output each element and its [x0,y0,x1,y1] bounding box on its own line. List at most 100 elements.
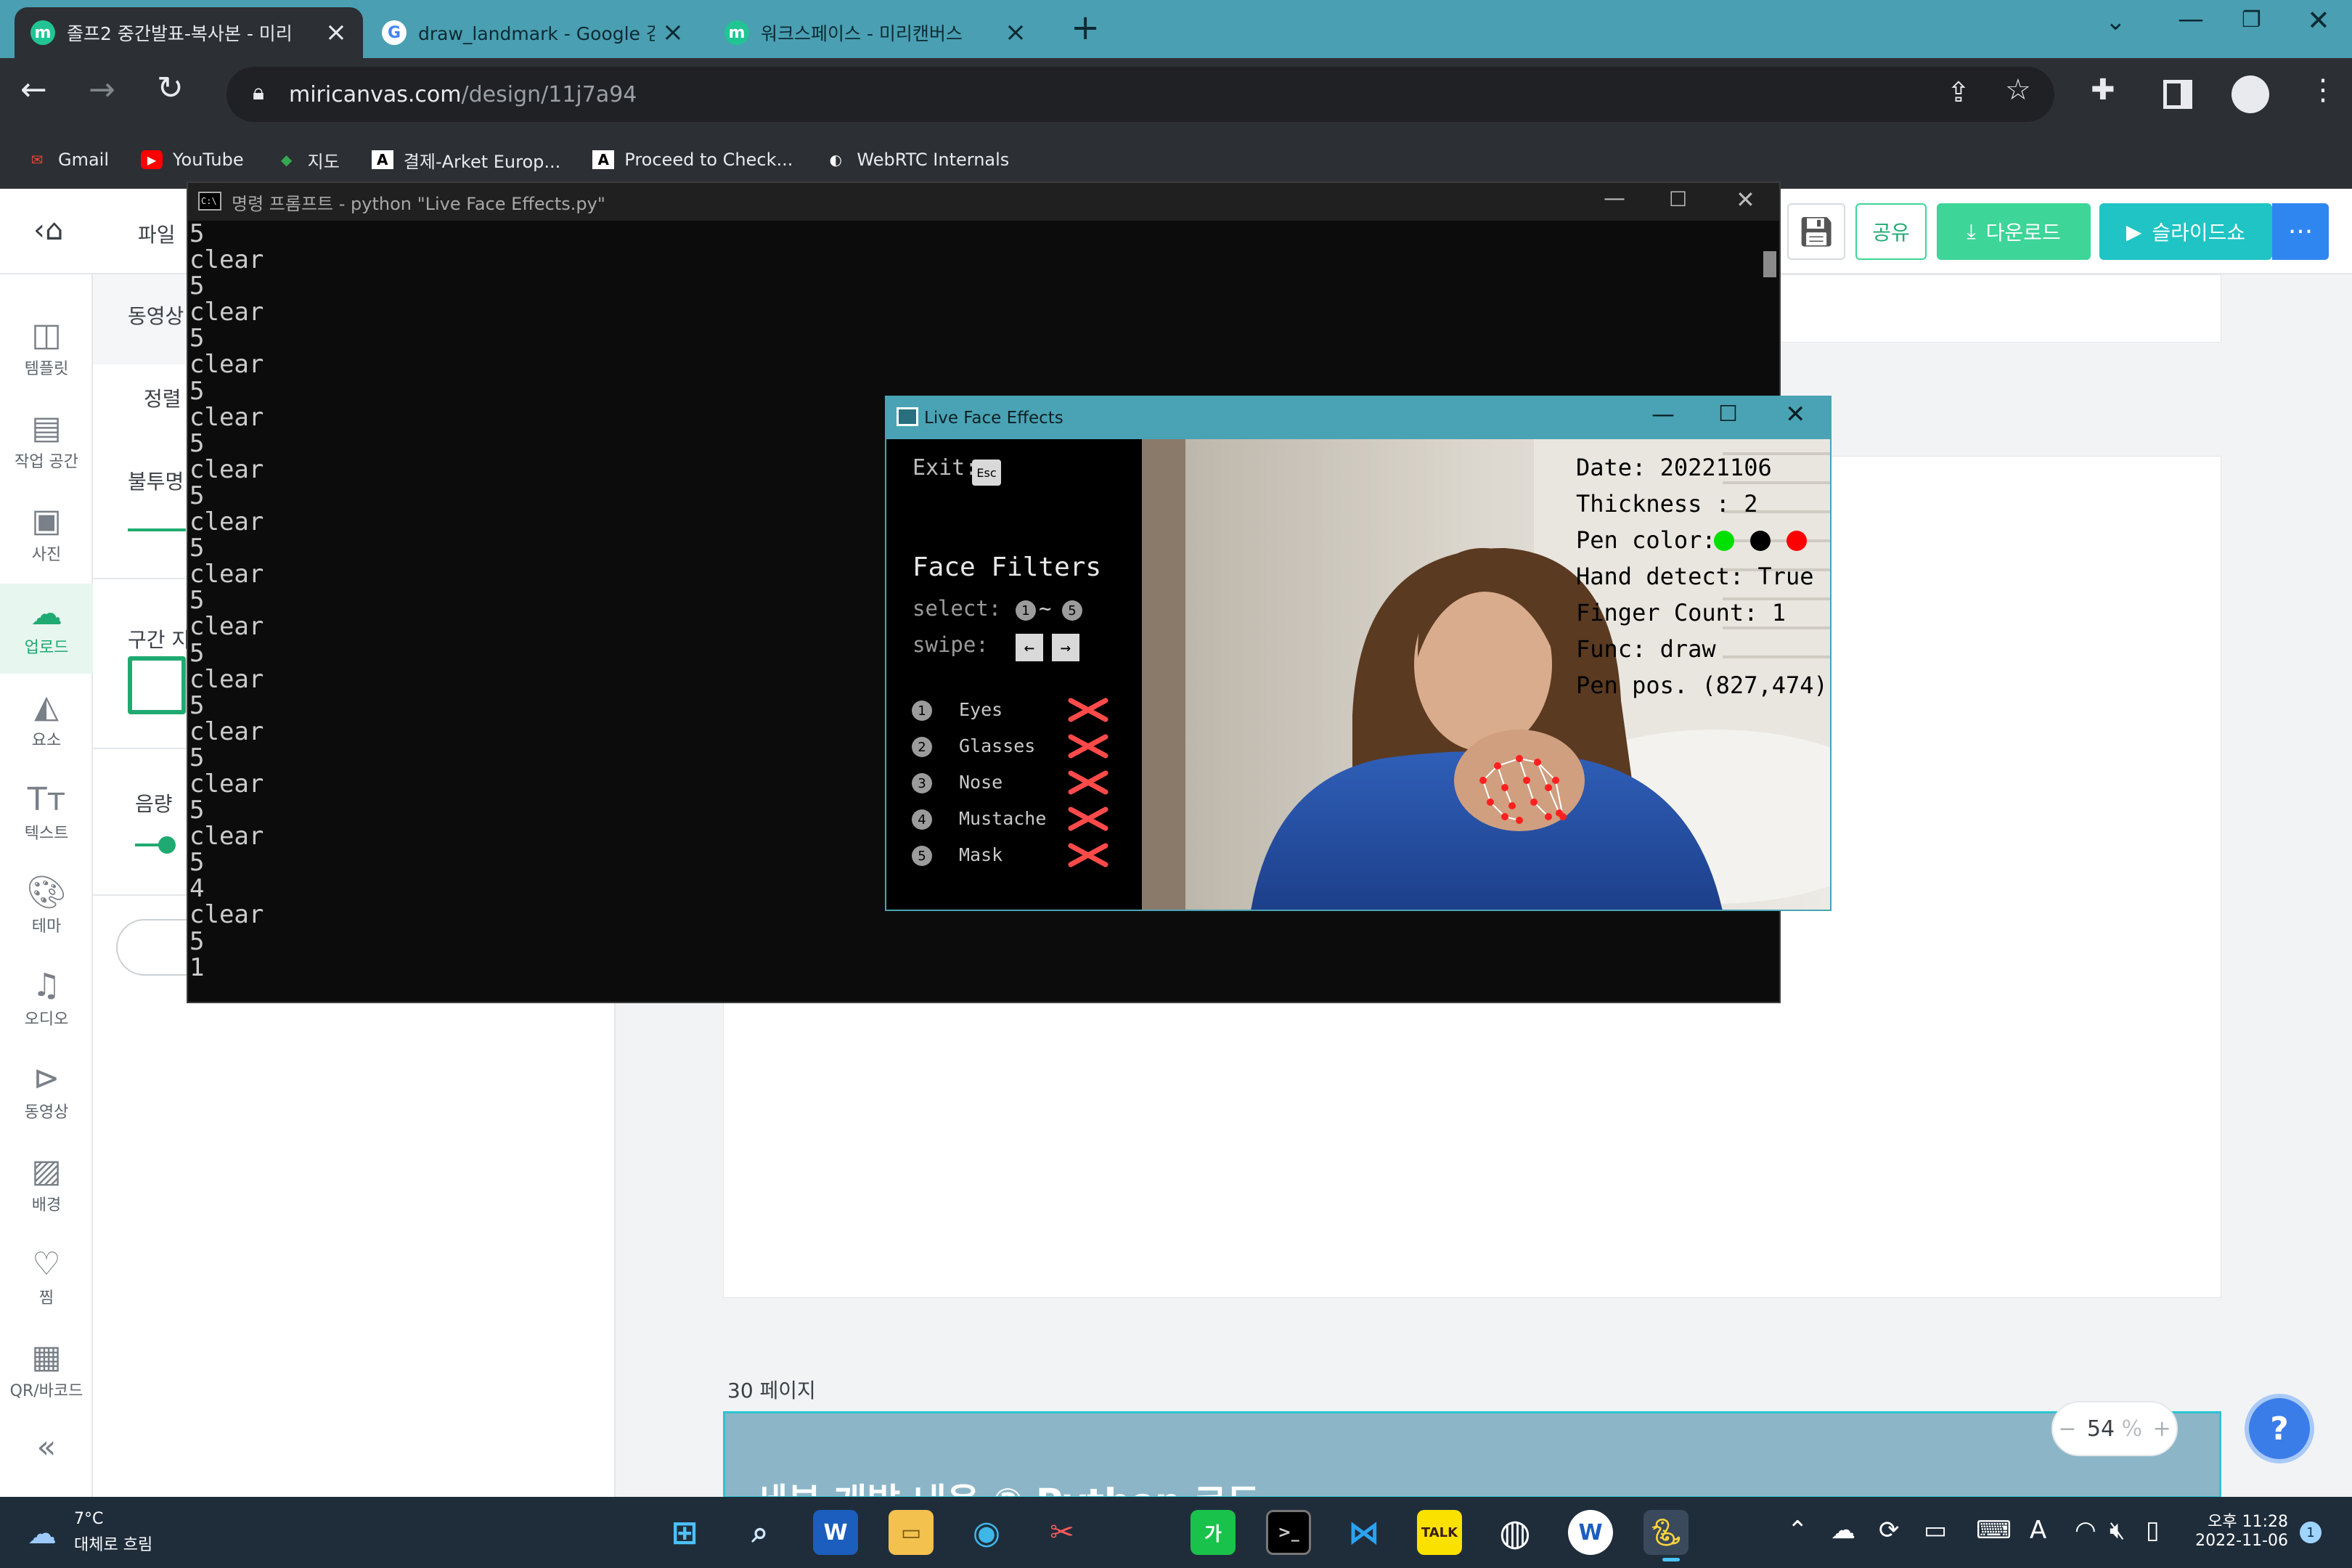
sidebar-item-elements[interactable]: ◭ 요소 [0,687,93,751]
bookmark-checkout[interactable]: A Proceed to Check... [592,150,793,170]
python-icon[interactable]: 🐍︎ [1643,1510,1689,1555]
new-tab-icon[interactable]: + [1071,10,1100,45]
display-icon[interactable]: ▭ [1924,1516,1947,1545]
sidebar-item-favorites[interactable]: ♡ 찜 [0,1244,93,1308]
sidebar-item-templates[interactable]: ◫ 템플릿 [0,315,93,379]
close-icon[interactable]: ✕ [1736,186,1755,213]
chrome-icon[interactable]: ◍ [1493,1510,1538,1555]
bookmark-gmail[interactable]: ✉ Gmail [26,150,109,170]
back-icon[interactable]: ← [20,74,47,106]
terminal-icon[interactable]: >_ [1266,1510,1311,1555]
bookmark-arket[interactable]: A 결제-Arket Europ... [371,147,560,173]
edge-icon[interactable]: ◉ [964,1510,1009,1555]
maximize-icon[interactable]: ☐ [1669,187,1687,211]
restore-icon[interactable]: ❐ [2242,7,2261,33]
sidebar-item-theme[interactable]: 🎨︎ 테마 [0,873,93,936]
bookmark-star-icon[interactable]: ☆ [2005,75,2031,105]
sidebar-item-background[interactable]: ▨ 배경 [0,1151,93,1215]
close-tab-icon[interactable]: × [662,20,684,46]
clock-date[interactable]: 2022-11-06 [2186,1532,2288,1550]
ime-icon[interactable]: A [2030,1516,2046,1545]
share-page-icon[interactable]: ⇪ [1947,78,1970,106]
app-w-icon[interactable]: W [1568,1510,1613,1555]
bookmark-youtube[interactable]: ▶ YouTube [141,150,244,170]
cmd-title-bar[interactable]: C:\ 명령 프롬프트 - python "Live Face Effects.… [188,183,1779,221]
chrome-menu-icon[interactable]: ⋮ [2308,75,2337,105]
search-icon[interactable]: ⌕ [738,1510,783,1555]
opacity-slider[interactable] [128,528,186,531]
panel-label-volume: 음량 [135,792,173,816]
close-icon[interactable]: ✕ [1785,400,1806,429]
battery-icon[interactable]: ▯ [2146,1516,2160,1545]
slide-next[interactable]: 세부 개발 내용 ② Python 코드 [723,1411,2221,1498]
home-icon[interactable]: ‹⌂ [33,213,63,247]
bookmark-webrtc[interactable]: ◐ WebRTC Internals [825,150,1010,170]
keyboard-icon[interactable]: ⌨ [1976,1516,2012,1545]
close-tab-icon[interactable]: × [325,20,347,46]
tray-chevron-icon[interactable]: ⌃ [1787,1516,1808,1545]
pen-color-green-swatch [1714,531,1734,551]
tab-workspace[interactable]: m 워크스페이스 - 미리캔버스 × [709,7,1042,58]
url-domain: miricanvas.com [289,81,462,107]
naver-memo-icon[interactable]: 가 [1191,1510,1236,1555]
close-tab-icon[interactable]: × [1005,20,1026,46]
weather-desc[interactable]: 대체로 흐림 [74,1532,152,1555]
sidebar-item-photos[interactable]: ▣ 사진 [0,501,93,565]
panel-label-opacity: 불투명 [128,470,184,494]
sidebar-item-qr[interactable]: ▦ QR/바코드 [0,1337,93,1401]
zoom-in-icon[interactable]: + [2153,1416,2171,1442]
word-icon[interactable]: W [813,1510,858,1555]
wifi-icon[interactable]: ◠ [2075,1516,2096,1545]
tab-title: 졸프2 중간발표-복사본 - 미리 [67,23,293,44]
windows-start-icon[interactable]: ⊞ [662,1510,707,1555]
onedrive-icon[interactable]: ☁ [1831,1516,1855,1545]
cmd-scrollbar-thumb[interactable] [1763,251,1776,277]
zoom-out-icon[interactable]: − [2058,1416,2076,1442]
download-button[interactable]: ⤓ 다운로드 [1937,203,2091,260]
extensions-icon[interactable]: ✚ [2091,75,2115,105]
zoom-value[interactable]: 54 [2087,1416,2115,1442]
kakaotalk-icon[interactable]: TALK [1417,1510,1462,1555]
collapse-sidebar-icon[interactable]: « [0,1427,93,1468]
tab-google-search[interactable]: G draw_landmark - Google 검색 × [366,7,700,58]
sidebar-item-audio[interactable]: ♫ 오디오 [0,965,93,1029]
bookmark-maps[interactable]: ◆ 지도 [276,147,340,173]
tab-miricanvas-design[interactable]: m 졸프2 중간발표-복사본 - 미리 × [15,7,363,58]
slideshow-button[interactable]: ▶ 슬라이드쇼 [2099,203,2272,260]
forward-icon[interactable]: → [89,74,115,106]
background-hatch-icon: ▨ [31,1153,62,1190]
minimize-icon[interactable]: — [2178,4,2204,34]
tab-search-chevron-icon[interactable]: ⌄ [2105,7,2126,36]
maximize-icon[interactable]: ☐ [1718,401,1738,427]
minimize-icon[interactable]: — [1651,400,1675,428]
weather-cloud-icon[interactable]: ☁ [28,1517,57,1551]
minimize-icon[interactable]: — [1604,186,1625,211]
vscode-icon[interactable]: ⋈ [1342,1510,1387,1555]
reload-icon[interactable]: ↻ [157,73,184,105]
share-button[interactable]: 공유 [1855,203,1927,260]
select-from-badge: 1 [1016,600,1036,621]
active-app-indicator [1662,1558,1680,1561]
help-button[interactable]: ? [2245,1394,2314,1463]
sidebar-item-workspace[interactable]: ▤ 작업 공간 [0,408,93,472]
volume-slider-thumb[interactable] [158,836,176,854]
file-explorer-icon[interactable]: ▭ [889,1510,934,1555]
file-menu[interactable]: 파일 [138,219,176,248]
volume-muted-icon[interactable]: 🔇︎ [2110,1516,2125,1545]
weather-temp[interactable]: 7°C [74,1510,103,1528]
snipping-tool-icon[interactable]: ✂ [1040,1510,1085,1555]
sidebar-item-text[interactable]: Tт 텍스트 [0,780,93,844]
sidebar-item-upload[interactable]: ☁ 업로드 [0,584,93,674]
trim-range-selector[interactable] [128,656,186,714]
side-panel-icon[interactable] [2163,80,2192,109]
save-icon[interactable]: 💾︎ [1787,203,1845,260]
clock-time[interactable]: 오후 11:28 [2194,1508,2288,1532]
more-options-button[interactable]: ··· [2272,203,2329,260]
face-title-bar[interactable]: Live Face Effects — ☐ ✕ [886,397,1830,439]
notification-badge[interactable]: 1 [2300,1522,2322,1543]
sidebar-item-video[interactable]: ⊳ 동영상 [0,1058,93,1122]
profile-avatar-icon[interactable] [2231,75,2269,113]
sync-icon[interactable]: ⟳ [1879,1516,1900,1545]
address-bar[interactable]: 🔒︎ miricanvas.com/design/11j7a94 [226,67,2054,122]
close-window-icon[interactable]: ✕ [2307,4,2330,36]
